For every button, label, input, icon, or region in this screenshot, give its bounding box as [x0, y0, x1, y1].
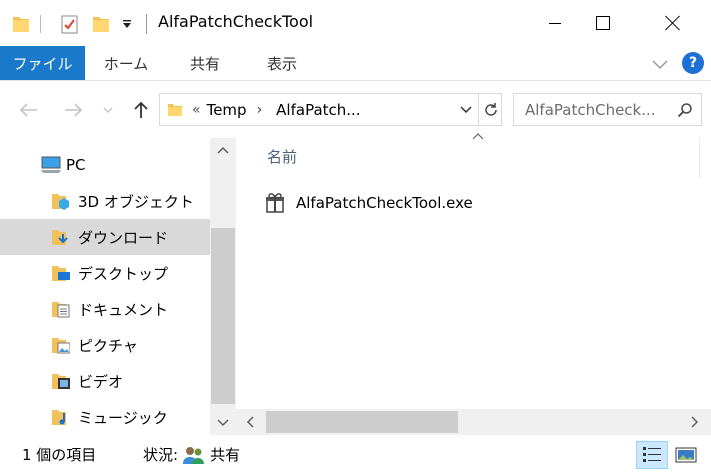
search-icon[interactable] [677, 102, 693, 118]
address-segment-temp[interactable]: Temp [207, 101, 247, 119]
navigation-bar: « Temp › AlfaPatch... [0, 80, 711, 138]
sidebar-item-label: 3D オブジェクト [78, 192, 194, 211]
file-list-pane: 名前 AlfaPatchCheckTool.exe [236, 133, 711, 435]
scroll-left-arrow-icon[interactable] [238, 409, 262, 435]
sharing-status: 状況: 共有 [143, 444, 240, 465]
folder-icon [12, 12, 30, 36]
maximize-button[interactable] [580, 0, 626, 46]
sidebar-item-documents[interactable]: ドキュメント [0, 291, 210, 327]
downloads-icon [52, 230, 68, 245]
details-view-icon [643, 447, 661, 462]
scroll-up-arrow-icon[interactable] [210, 138, 236, 162]
sidebar-item-label: ダウンロード [78, 228, 169, 247]
tab-file[interactable]: ファイル [0, 46, 85, 80]
address-bar[interactable]: « Temp › AlfaPatch... [159, 93, 502, 126]
address-segment-current[interactable]: AlfaPatch... [276, 101, 360, 119]
status-bar: 1 個の項目 状況: 共有 [0, 435, 711, 473]
sidebar-item-label: ドキュメント [78, 300, 169, 319]
tab-view[interactable]: 表示 [252, 46, 312, 80]
shared-users-icon [183, 446, 205, 464]
sidebar-item-downloads[interactable]: ダウンロード [0, 219, 210, 255]
sidebar-item-videos[interactable]: ビデオ [0, 363, 210, 399]
sidebar-scroll-thumb[interactable] [211, 228, 235, 404]
desktop-icon [52, 266, 70, 281]
large-icons-view-button[interactable] [670, 441, 702, 469]
expand-ribbon-chevron-icon[interactable] [650, 54, 670, 74]
navigation-pane: PC 3D オブジェクト ダウンロード デスクトップ ドキュメント ピクチャ ビ… [0, 138, 236, 435]
column-header-name[interactable]: 名前 [267, 146, 297, 167]
pc-icon [41, 156, 61, 173]
new-folder-icon[interactable] [92, 12, 110, 36]
title-bar: AlfaPatchCheckTool [0, 0, 711, 46]
up-arrow-icon[interactable] [128, 81, 154, 139]
scroll-right-arrow-icon[interactable] [683, 409, 707, 435]
minimize-icon [549, 22, 561, 24]
refresh-icon[interactable] [478, 94, 502, 125]
sidebar-vertical-scrollbar[interactable] [210, 138, 236, 435]
ribbon-tabs: ファイル ホーム 共有 表示 [0, 46, 711, 80]
search-box[interactable] [513, 93, 702, 126]
sidebar-item-pictures[interactable]: ピクチャ [0, 327, 210, 363]
item-count: 1 個の項目 [22, 446, 97, 464]
window-title: AlfaPatchCheckTool [158, 12, 314, 31]
search-input[interactable] [525, 100, 675, 119]
back-arrow-icon[interactable] [14, 81, 44, 139]
music-icon [52, 410, 66, 425]
sidebar-item-desktop[interactable]: デスクトップ [0, 255, 210, 291]
address-separator-chevron-icon[interactable]: › [257, 102, 263, 118]
address-folder-icon [168, 103, 182, 116]
scroll-down-arrow-icon[interactable] [210, 411, 236, 435]
sidebar-item-pc[interactable]: PC [0, 147, 210, 183]
file-list-item[interactable]: AlfaPatchCheckTool.exe [264, 188, 473, 218]
videos-icon [52, 374, 70, 389]
file-list-horizontal-scrollbar[interactable] [236, 409, 711, 435]
status-label: 状況: [143, 446, 179, 464]
details-view-button[interactable] [636, 441, 668, 469]
3d-objects-icon [52, 194, 69, 210]
exe-file-icon [266, 193, 284, 213]
recent-locations-chevron-icon[interactable] [100, 81, 116, 139]
address-dropdown-chevron-icon[interactable] [456, 94, 476, 125]
sidebar-item-music[interactable]: ミュージック [0, 399, 210, 435]
horizontal-scroll-thumb[interactable] [266, 411, 458, 433]
status-value: 共有 [210, 446, 241, 464]
tab-share[interactable]: 共有 [176, 46, 234, 80]
file-name: AlfaPatchCheckTool.exe [296, 194, 473, 212]
sidebar-item-label: PC [66, 156, 86, 174]
tab-home[interactable]: ホーム [96, 46, 156, 80]
maximize-icon [596, 16, 610, 30]
address-overflow-icon[interactable]: « [192, 102, 201, 118]
large-icons-view-icon [675, 447, 697, 463]
close-button[interactable] [650, 0, 696, 46]
minimize-button[interactable] [532, 0, 578, 46]
forward-arrow-icon[interactable] [58, 81, 88, 139]
quick-access-dropdown-icon[interactable] [121, 12, 133, 36]
help-icon[interactable]: ? [682, 52, 704, 74]
sidebar-item-3d-objects[interactable]: 3D オブジェクト [0, 183, 210, 219]
sidebar-item-label: ビデオ [78, 372, 124, 391]
sidebar-item-label: デスクトップ [78, 264, 169, 283]
close-icon [665, 15, 681, 31]
properties-icon[interactable] [60, 12, 80, 36]
pictures-icon [52, 338, 70, 354]
sidebar-item-label: ミュージック [78, 408, 168, 427]
documents-icon [52, 302, 70, 318]
sidebar-item-label: ピクチャ [78, 336, 138, 355]
